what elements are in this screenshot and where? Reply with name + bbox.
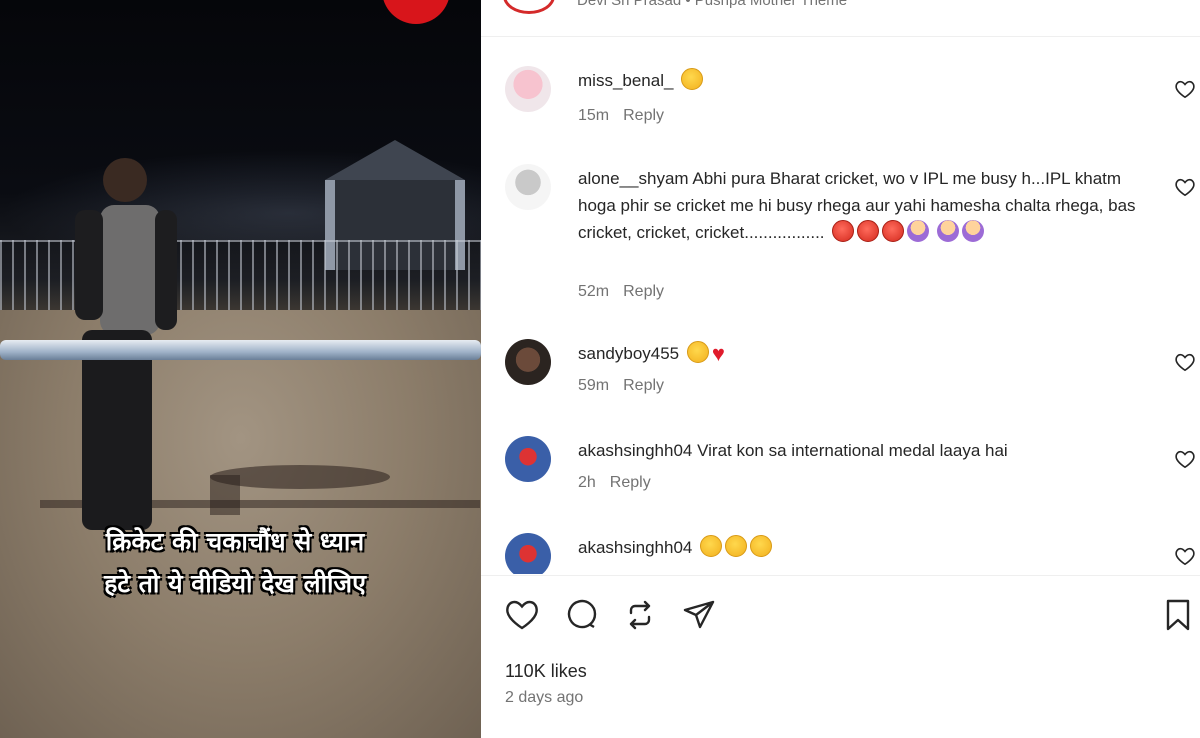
comment-text: sandyboy455 ♥ [578,340,1158,367]
facepalm-emoji-icon [907,220,930,242]
comment-item: sandyboy455 ♥ 59m Reply [481,335,1200,415]
sad-face-emoji-icon [686,341,709,363]
metal-pole [0,340,481,360]
reply-button[interactable]: Reply [623,107,664,124]
video-caption-line-1: क्रिकेट की चकाचौंध से ध्यान [105,527,365,556]
comment-text: akashsinghh04 Virat kon sa international… [578,437,1158,464]
comment-text: akashsinghh04 [578,534,1158,561]
angry-face-emoji-icon [832,220,855,242]
repost-icon[interactable] [622,597,658,633]
heart-icon[interactable] [1174,79,1196,99]
angry-face-emoji-icon [857,220,880,242]
post-side-panel: Devi Sri Prasad • Pushpa Mother Theme mi… [481,0,1200,738]
video-caption-line-2: हटे तो ये वीडियो देख लीजिए [104,569,366,598]
comment-time: 52m [578,283,610,300]
heart-icon[interactable] [1174,352,1196,372]
reel-video[interactable]: क्रिकेट की चकाचौंध से ध्यान हटे तो ये वी… [0,0,481,738]
facepalm-emoji-icon [937,220,960,242]
avatar[interactable] [505,66,551,112]
sad-face-emoji-icon [725,535,748,557]
comment-body: Virat kon sa international medal laaya h… [697,441,1008,460]
channel-badge [382,0,450,24]
heart-icon[interactable] [1174,449,1196,469]
comment-text: alone__shyam Abhi pura Bharat cricket, w… [578,165,1158,246]
comment-username[interactable]: akashsinghh04 [578,441,692,460]
avatar[interactable] [505,339,551,385]
comment-icon[interactable] [564,597,600,633]
sad-face-emoji-icon [700,535,723,557]
comment-time: 59m [578,377,610,394]
comments-list[interactable]: miss_benal_ 15m Reply alone__shyam Abhi p… [481,38,1200,574]
comment-meta: 52m Reply [578,283,664,301]
red-heart-emoji-icon: ♥ [711,341,725,366]
comment-item: akashsinghh04 Virat kon sa international… [481,432,1200,512]
comment-username[interactable]: alone__shyam [578,169,689,188]
send-icon[interactable] [681,597,717,633]
comment-username[interactable]: akashsinghh04 [578,538,692,557]
sad-face-emoji-icon [750,535,773,557]
comment-time: 15m [578,107,610,124]
reply-button[interactable]: Reply [623,377,664,394]
heart-icon[interactable] [1174,546,1196,566]
facepalm-emoji-icon [962,220,985,242]
comment-time: 2h [578,474,596,491]
avatar[interactable] [505,164,551,210]
comment-meta: 59m Reply [578,377,664,395]
heart-icon[interactable] [1174,177,1196,197]
audio-attribution[interactable]: Devi Sri Prasad • Pushpa Mother Theme [577,0,847,9]
avatar[interactable] [505,533,551,574]
author-avatar[interactable] [503,0,555,14]
comment-meta: 15m Reply [578,107,664,125]
post-header: Devi Sri Prasad • Pushpa Mother Theme [481,0,1200,37]
comment-item: alone__shyam Abhi pura Bharat cricket, w… [481,160,1200,310]
reply-button[interactable]: Reply [623,283,664,300]
angry-face-emoji-icon [882,220,905,242]
heart-icon[interactable] [504,597,540,633]
post-actions: 110K likes 2 days ago [481,575,1200,738]
avatar[interactable] [505,436,551,482]
comment-item: miss_benal_ 15m Reply [481,62,1200,142]
likes-count[interactable]: 110K likes [505,661,587,682]
comment-username[interactable]: miss_benal_ [578,71,673,90]
comment-username[interactable]: sandyboy455 [578,344,679,363]
reply-button[interactable]: Reply [610,474,651,491]
bookmark-icon[interactable] [1160,597,1196,633]
post-date: 2 days ago [505,689,584,706]
comment-item: akashsinghh04 [481,529,1200,574]
sad-face-emoji-icon [681,68,704,90]
comment-meta: 2h Reply [578,474,651,492]
comment-text: miss_benal_ [578,67,1158,94]
